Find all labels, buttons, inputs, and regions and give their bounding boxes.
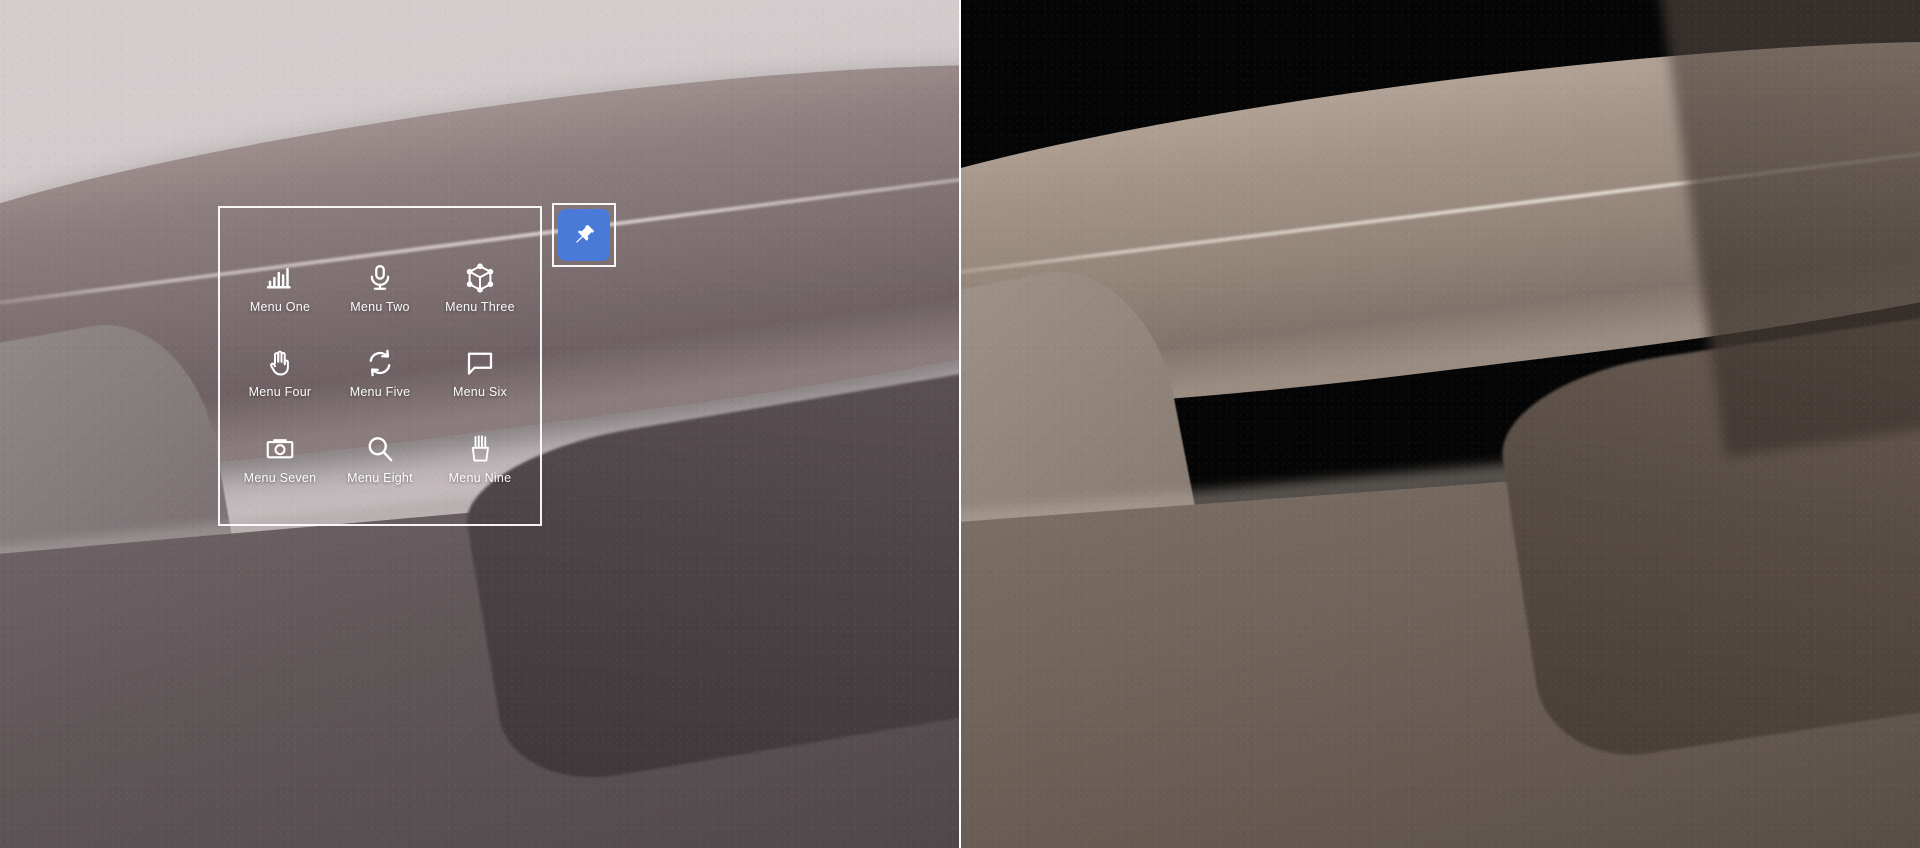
- camera-icon: [265, 434, 295, 464]
- menu-item-one[interactable]: Menu One: [230, 263, 330, 314]
- pane-divider: [959, 0, 961, 848]
- menu-item-label: Menu Three: [445, 300, 515, 315]
- menu-item-label: Menu Eight: [347, 470, 413, 485]
- menu-item-four[interactable]: Menu Four: [230, 348, 330, 399]
- microphone-icon: [365, 263, 395, 293]
- bar-chart-icon: [265, 263, 295, 293]
- pushpin-icon: [576, 224, 595, 243]
- menu-item-label: Menu Four: [248, 385, 312, 400]
- menu-item-label: Menu Two: [350, 300, 410, 315]
- hand-grab-icon: [465, 434, 495, 464]
- menu-item-eight[interactable]: Menu Eight: [330, 434, 430, 485]
- menu-item-six[interactable]: Menu Six: [430, 348, 530, 399]
- menu-item-label: Menu Five: [349, 385, 411, 400]
- menu-item-label: Menu One: [249, 300, 311, 315]
- magnifier-icon: [365, 434, 395, 464]
- transparent-menu-panel[interactable]: Menu One Menu Two Menu Three Menu Four M…: [218, 206, 542, 526]
- menu-item-five[interactable]: Menu Five: [330, 348, 430, 399]
- menu-item-label: Menu Six: [452, 385, 508, 400]
- ar-menu-comparison-screenshot: Menu One Menu Two Menu Three Menu Four M…: [0, 0, 1920, 848]
- menu-item-label: Menu Seven: [243, 470, 317, 485]
- bounding-box-cube-icon: [465, 263, 495, 293]
- room-scene-right: [960, 0, 1920, 848]
- left-view-pane: Menu One Menu Two Menu Three Menu Four M…: [0, 0, 960, 848]
- pin-button-left[interactable]: [552, 203, 616, 267]
- menu-item-three[interactable]: Menu Three: [430, 263, 530, 314]
- pin-button-surface: [558, 209, 610, 261]
- menu-item-nine[interactable]: Menu Nine: [430, 434, 530, 485]
- menu-item-seven[interactable]: Menu Seven: [230, 434, 330, 485]
- menu-grid: Menu One Menu Two Menu Three Menu Four M…: [218, 206, 542, 526]
- right-view-pane: Menu One Menu Two: [960, 0, 1920, 848]
- menu-item-label: Menu Nine: [448, 470, 512, 485]
- speech-bubble-icon: [465, 348, 495, 378]
- menu-item-two[interactable]: Menu Two: [330, 263, 430, 314]
- hand-stop-icon: [265, 348, 295, 378]
- refresh-sync-icon: [365, 348, 395, 378]
